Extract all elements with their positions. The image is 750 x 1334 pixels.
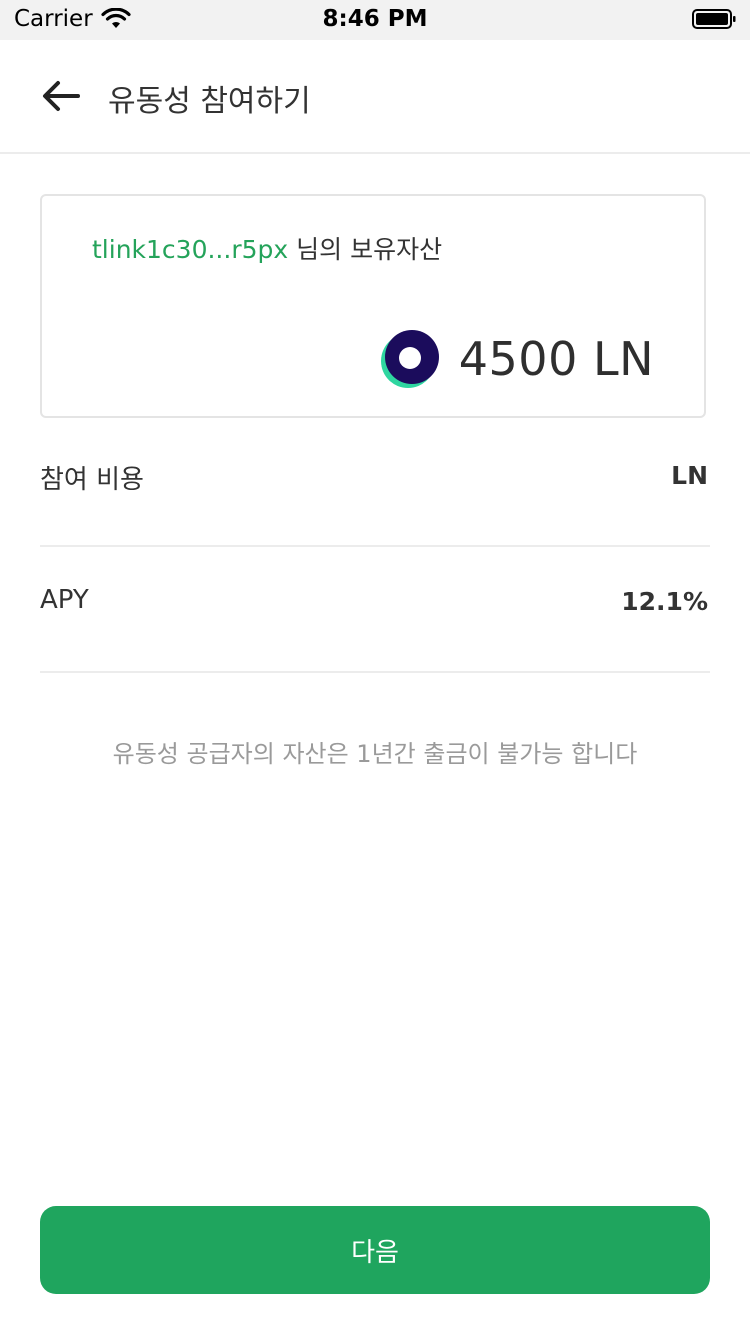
holdings-amount: 4500 LN [379, 328, 654, 390]
holdings-amount-value: 4500 LN [458, 332, 654, 386]
battery-icon [692, 9, 736, 29]
status-bar: Carrier 8:46 PM [0, 0, 750, 40]
fee-label: 참여 비용 [40, 465, 144, 495]
wallet-address: tlink1c30...r5px [92, 235, 289, 264]
holdings-card: tlink1c30...r5px 님의 보유자산 4500 LN [40, 194, 706, 418]
fee-row: 참여 비용 LN [40, 421, 710, 547]
page-title: 유동성 참여하기 [108, 84, 311, 119]
next-button[interactable]: 다음 [40, 1206, 710, 1294]
status-time: 8:46 PM [322, 6, 428, 32]
withdrawal-notice: 유동성 공급자의 자산은 1년간 출금이 불가능 합니다 [112, 740, 638, 768]
app-header: 유동성 참여하기 [0, 40, 750, 154]
back-button[interactable] [38, 76, 84, 116]
holdings-owner-suffix: 님의 보유자산 [288, 235, 443, 264]
apy-row: APY 12.1% [40, 547, 710, 673]
ln-token-logo [380, 330, 439, 388]
arrow-left-icon [43, 81, 80, 111]
holdings-owner: tlink1c30...r5px 님의 보유자산 [92, 230, 442, 266]
apy-value: 12.1% [621, 587, 708, 616]
fee-value: LN [671, 461, 708, 490]
apy-label: APY [40, 585, 89, 615]
